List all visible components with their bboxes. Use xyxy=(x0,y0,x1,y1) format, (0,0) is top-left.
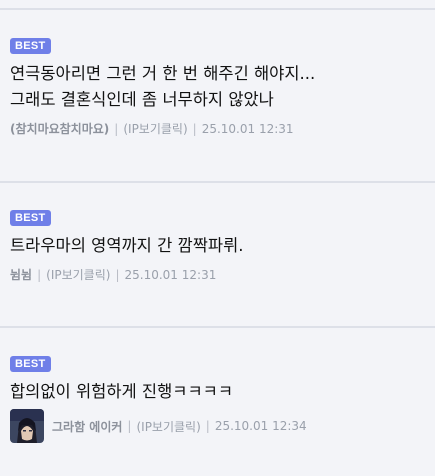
separator: | xyxy=(192,121,197,136)
ip-view-link[interactable]: (IP보기클릭) xyxy=(46,266,110,283)
comment-text: 트라우마의 영역까지 간 깜짝파뤼. xyxy=(10,236,244,255)
best-badge: BEST xyxy=(10,38,51,54)
comment-meta: 그라함 에이커 | (IP보기클릭) | 25.10.01 12:34 xyxy=(10,409,425,443)
comment-item: BEST 합의없이 위험하게 진행ㅋㅋㅋㅋ 그라함 에이커 | (IP보기클릭)… xyxy=(10,352,425,443)
divider xyxy=(0,326,435,328)
author-nickname[interactable]: (참치마요참치마요) xyxy=(10,120,109,137)
comment-date: 25.10.01 12:34 xyxy=(214,419,307,433)
comment-date: 25.10.01 12:31 xyxy=(201,121,294,136)
separator: | xyxy=(37,267,42,282)
author-nickname[interactable]: 그라함 에이커 xyxy=(52,418,122,435)
comment-text: 연극동아리면 그런 거 한 번 해주긴 해야지... 그래도 결혼식인데 좀 너… xyxy=(10,64,316,109)
separator: | xyxy=(115,267,120,282)
comment-text: 합의없이 위험하게 진행ㅋㅋㅋㅋ xyxy=(10,382,234,401)
comment-meta: (참치마요참치마요) | (IP보기클릭) | 25.10.01 12:31 xyxy=(10,120,425,137)
best-badge: BEST xyxy=(10,210,51,226)
comment-meta: 뉨뉨 | (IP보기클릭) | 25.10.01 12:31 xyxy=(10,266,425,283)
comment-date: 25.10.01 12:31 xyxy=(124,267,217,282)
ip-view-link[interactable]: (IP보기클릭) xyxy=(123,120,187,137)
comment-item: BEST 연극동아리면 그런 거 한 번 해주긴 해야지... 그래도 결혼식인… xyxy=(10,34,425,137)
separator: | xyxy=(127,419,132,433)
best-badge: BEST xyxy=(10,356,51,372)
separator: | xyxy=(114,121,119,136)
author-nickname[interactable]: 뉨뉨 xyxy=(10,266,32,283)
user-avatar-icon[interactable] xyxy=(10,409,44,443)
divider xyxy=(0,181,435,183)
comment-item: BEST 트라우마의 영역까지 간 깜짝파뤼. 뉨뉨 | (IP보기클릭) | … xyxy=(10,206,425,283)
divider xyxy=(0,8,435,10)
separator: | xyxy=(205,419,210,433)
ip-view-link[interactable]: (IP보기클릭) xyxy=(136,418,200,435)
